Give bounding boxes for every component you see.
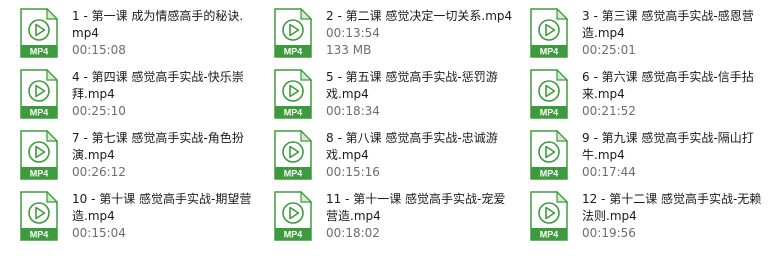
file-name-line1: 12 - 第十二课 感觉高手实战-无赖 [582, 192, 762, 206]
file-item[interactable]: MP4 12 - 第十二课 感觉高手实战-无赖 法则.mp4 00:19:56 [530, 191, 770, 249]
file-duration: 00:25:01 [582, 43, 636, 57]
file-name-line1: 4 - 第四课 感觉高手实战-快乐崇 [72, 70, 244, 84]
mp4-file-icon: MP4 [20, 191, 58, 241]
file-name-line1: 7 - 第七课 感觉高手实战-角色扮 [72, 131, 244, 145]
mp4-file-icon: MP4 [530, 130, 568, 180]
file-name-line1: 2 - 第二课 感觉决定一切关系.mp4 [326, 9, 513, 23]
file-text: 9 - 第九课 感觉高手实战-隔山打 牛.mp4 00:17:44 [582, 130, 768, 181]
file-item[interactable]: MP4 3 - 第三课 感觉高手实战-感恩营 造.mp4 00:25:01 [530, 8, 770, 66]
file-name-line1: 8 - 第八课 感觉高手实战-忠诚游 [326, 131, 498, 145]
file-name-line1: 9 - 第九课 感觉高手实战-隔山打 [582, 131, 754, 145]
file-text: 5 - 第五课 感觉高手实战-惩罚游 戏.mp4 00:18:34 [326, 69, 512, 120]
file-duration: 00:15:16 [326, 165, 380, 179]
mp4-badge-label: MP4 [30, 169, 49, 179]
mp4-file-icon: MP4 [20, 8, 58, 58]
file-item[interactable]: MP4 2 - 第二课 感觉决定一切关系.mp4 00:13:54 133 MB [274, 8, 514, 66]
file-name-line2: 戏.mp4 [326, 148, 369, 162]
file-text: 6 - 第六课 感觉高手实战-信手拈 来.mp4 00:21:52 [582, 69, 768, 120]
file-name-line2: 法则.mp4 [582, 209, 637, 223]
mp4-badge-label: MP4 [540, 47, 559, 57]
file-item[interactable]: MP4 1 - 第一课 成为情感高手的秘诀. mp4 00:15:08 [20, 8, 260, 66]
mp4-badge-label: MP4 [540, 230, 559, 240]
file-name-line2: 造.mp4 [72, 209, 115, 223]
mp4-badge-label: MP4 [30, 230, 49, 240]
file-text: 1 - 第一课 成为情感高手的秘诀. mp4 00:15:08 [72, 8, 258, 59]
mp4-file-icon: MP4 [274, 191, 312, 241]
mp4-file-icon: MP4 [530, 69, 568, 119]
file-duration: 00:15:08 [72, 43, 126, 57]
file-name-line1: 3 - 第三课 感觉高手实战-感恩营 [582, 9, 754, 23]
file-duration: 00:19:56 [582, 226, 636, 240]
file-text: 11 - 第十一课 感觉高手实战-宠爱 营造.mp4 00:18:02 [326, 191, 512, 242]
file-text: 8 - 第八课 感觉高手实战-忠诚游 戏.mp4 00:15:16 [326, 130, 512, 181]
file-item[interactable]: MP4 11 - 第十一课 感觉高手实战-宠爱 营造.mp4 00:18:02 [274, 191, 514, 249]
file-duration: 00:15:04 [72, 226, 126, 240]
mp4-file-icon: MP4 [20, 69, 58, 119]
file-name-line1: 10 - 第十课 感觉高手实战-期望营 [72, 192, 252, 206]
mp4-badge-label: MP4 [540, 169, 559, 179]
file-item[interactable]: MP4 9 - 第九课 感觉高手实战-隔山打 牛.mp4 00:17:44 [530, 130, 770, 188]
file-name-line1: 11 - 第十一课 感觉高手实战-宠爱 [326, 192, 506, 206]
file-name-line1: 5 - 第五课 感觉高手实战-惩罚游 [326, 70, 498, 84]
file-name-line1: 1 - 第一课 成为情感高手的秘诀. [72, 9, 244, 23]
file-duration: 00:17:44 [582, 165, 636, 179]
mp4-badge-label: MP4 [30, 47, 49, 57]
file-duration: 00:21:52 [582, 104, 636, 118]
file-duration: 00:25:10 [72, 104, 126, 118]
file-item[interactable]: MP4 6 - 第六课 感觉高手实战-信手拈 来.mp4 00:21:52 [530, 69, 770, 127]
file-text: 4 - 第四课 感觉高手实战-快乐崇 拜.mp4 00:25:10 [72, 69, 258, 120]
file-name-line2: 营造.mp4 [326, 209, 381, 223]
mp4-badge-label: MP4 [284, 108, 303, 118]
file-text: 7 - 第七课 感觉高手实战-角色扮 演.mp4 00:26:12 [72, 130, 258, 181]
mp4-file-icon: MP4 [530, 8, 568, 58]
file-name-line2: 造.mp4 [582, 26, 625, 40]
mp4-file-icon: MP4 [20, 130, 58, 180]
mp4-file-icon: MP4 [274, 130, 312, 180]
mp4-badge-label: MP4 [284, 230, 303, 240]
file-name-line2: 牛.mp4 [582, 148, 625, 162]
file-text: 2 - 第二课 感觉决定一切关系.mp4 00:13:54 133 MB [326, 8, 512, 59]
file-grid: MP4 1 - 第一课 成为情感高手的秘诀. mp4 00:15:08 MP4 2 - 第… [0, 0, 780, 259]
mp4-badge-label: MP4 [284, 47, 303, 57]
file-name-line2: 拜.mp4 [72, 87, 115, 101]
file-name-line1: 6 - 第六课 感觉高手实战-信手拈 [582, 70, 754, 84]
mp4-badge-label: MP4 [30, 108, 49, 118]
mp4-badge-label: MP4 [284, 169, 303, 179]
file-duration: 00:26:12 [72, 165, 126, 179]
file-size: 133 MB [326, 43, 372, 57]
mp4-file-icon: MP4 [274, 69, 312, 119]
file-item[interactable]: MP4 5 - 第五课 感觉高手实战-惩罚游 戏.mp4 00:18:34 [274, 69, 514, 127]
file-item[interactable]: MP4 4 - 第四课 感觉高手实战-快乐崇 拜.mp4 00:25:10 [20, 69, 260, 127]
file-item[interactable]: MP4 10 - 第十课 感觉高手实战-期望营 造.mp4 00:15:04 [20, 191, 260, 249]
file-duration: 00:13:54 [326, 26, 380, 40]
mp4-file-icon: MP4 [274, 8, 312, 58]
file-name-line2: 戏.mp4 [326, 87, 369, 101]
mp4-badge-label: MP4 [540, 108, 559, 118]
file-duration: 00:18:34 [326, 104, 380, 118]
file-duration: 00:18:02 [326, 226, 380, 240]
file-name-line2: mp4 [72, 26, 99, 40]
mp4-file-icon: MP4 [530, 191, 568, 241]
file-item[interactable]: MP4 7 - 第七课 感觉高手实战-角色扮 演.mp4 00:26:12 [20, 130, 260, 188]
file-text: 12 - 第十二课 感觉高手实战-无赖 法则.mp4 00:19:56 [582, 191, 768, 242]
file-item[interactable]: MP4 8 - 第八课 感觉高手实战-忠诚游 戏.mp4 00:15:16 [274, 130, 514, 188]
file-name-line2: 来.mp4 [582, 87, 625, 101]
file-text: 10 - 第十课 感觉高手实战-期望营 造.mp4 00:15:04 [72, 191, 258, 242]
file-text: 3 - 第三课 感觉高手实战-感恩营 造.mp4 00:25:01 [582, 8, 768, 59]
file-name-line2: 演.mp4 [72, 148, 115, 162]
